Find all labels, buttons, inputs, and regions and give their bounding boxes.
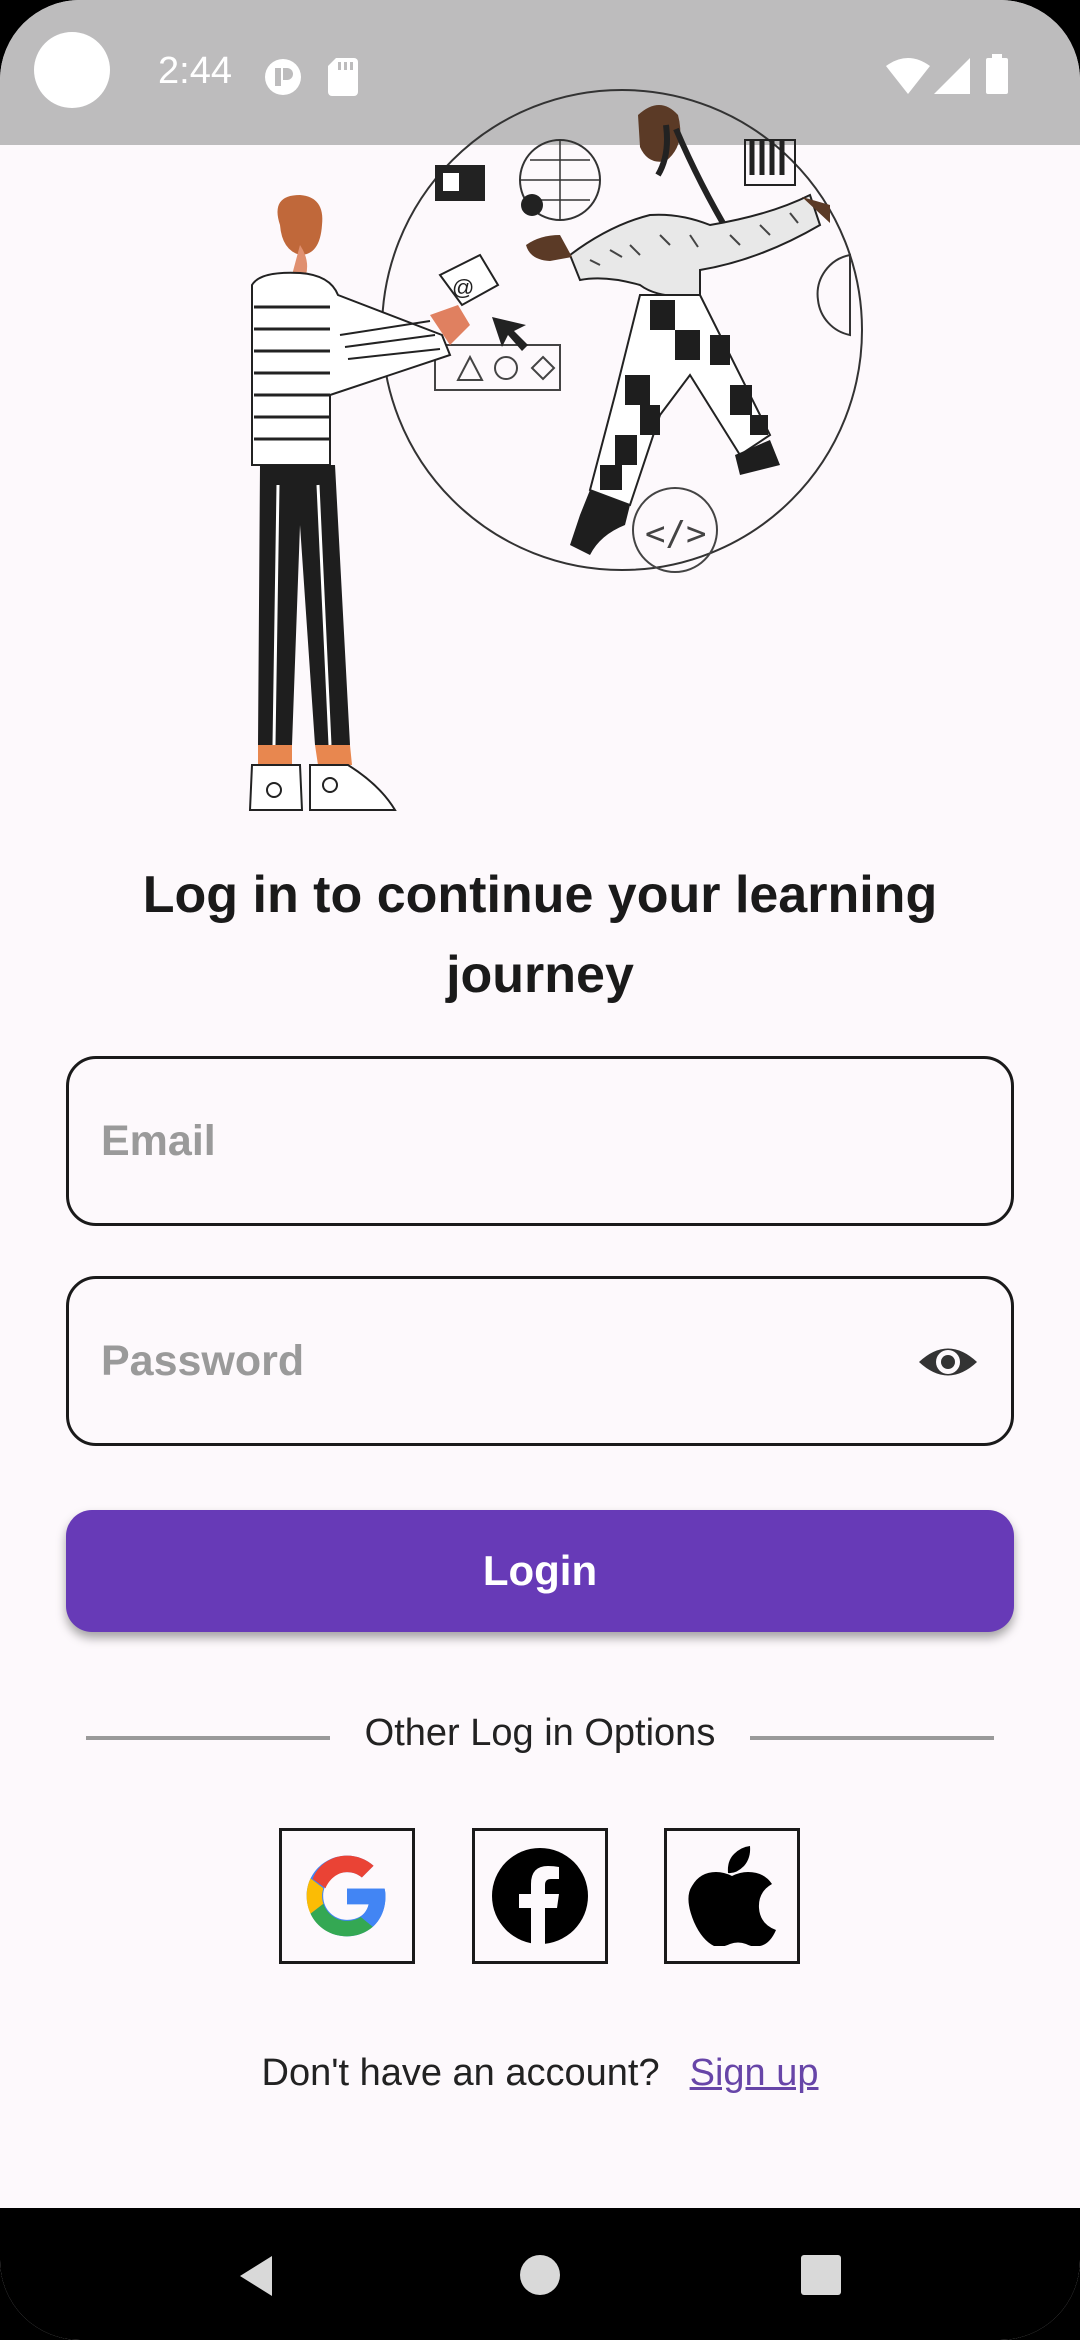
divider-right [750,1736,994,1740]
apple-login-button[interactable] [664,1828,800,1964]
signup-row: Don't have an account? Sign up [0,2052,1080,2095]
home-icon[interactable] [519,2254,561,2296]
login-button[interactable]: Login [66,1510,1014,1632]
signal-icon [934,58,970,94]
camera-cutout [34,32,110,108]
signup-link[interactable]: Sign up [690,2052,819,2094]
page-title: Log in to continue your learning journey [142,866,938,1004]
google-login-button[interactable] [279,1828,415,1964]
password-placeholder: Password [101,1337,305,1385]
visibility-eye-icon[interactable] [917,1331,979,1393]
wifi-icon [886,58,930,94]
navigation-bar [0,2208,1080,2340]
facebook-login-button[interactable] [472,1828,608,1964]
apple-icon [688,1846,776,1946]
google-icon [306,1855,386,1937]
password-field[interactable]: Password [66,1276,1014,1446]
svg-text:</>: </> [645,514,706,554]
divider-left [86,1736,330,1740]
status-time: 2:44 [158,50,232,92]
email-field[interactable]: Email [66,1056,1014,1226]
facebook-icon [492,1848,588,1944]
svg-text:@: @ [452,275,474,300]
recents-icon[interactable] [800,2254,842,2296]
back-icon[interactable] [236,2254,276,2298]
people-learning-illustration: </> @ [248,89,863,811]
battery-icon [986,54,1008,94]
login-screen: 2:44 </> @ Log in to continue your learn… [0,0,1080,2340]
other-login-options-label: Other Log in Options [364,1712,716,1754]
no-account-text: Don't have an account? [261,2052,660,2094]
email-placeholder: Email [101,1117,216,1165]
